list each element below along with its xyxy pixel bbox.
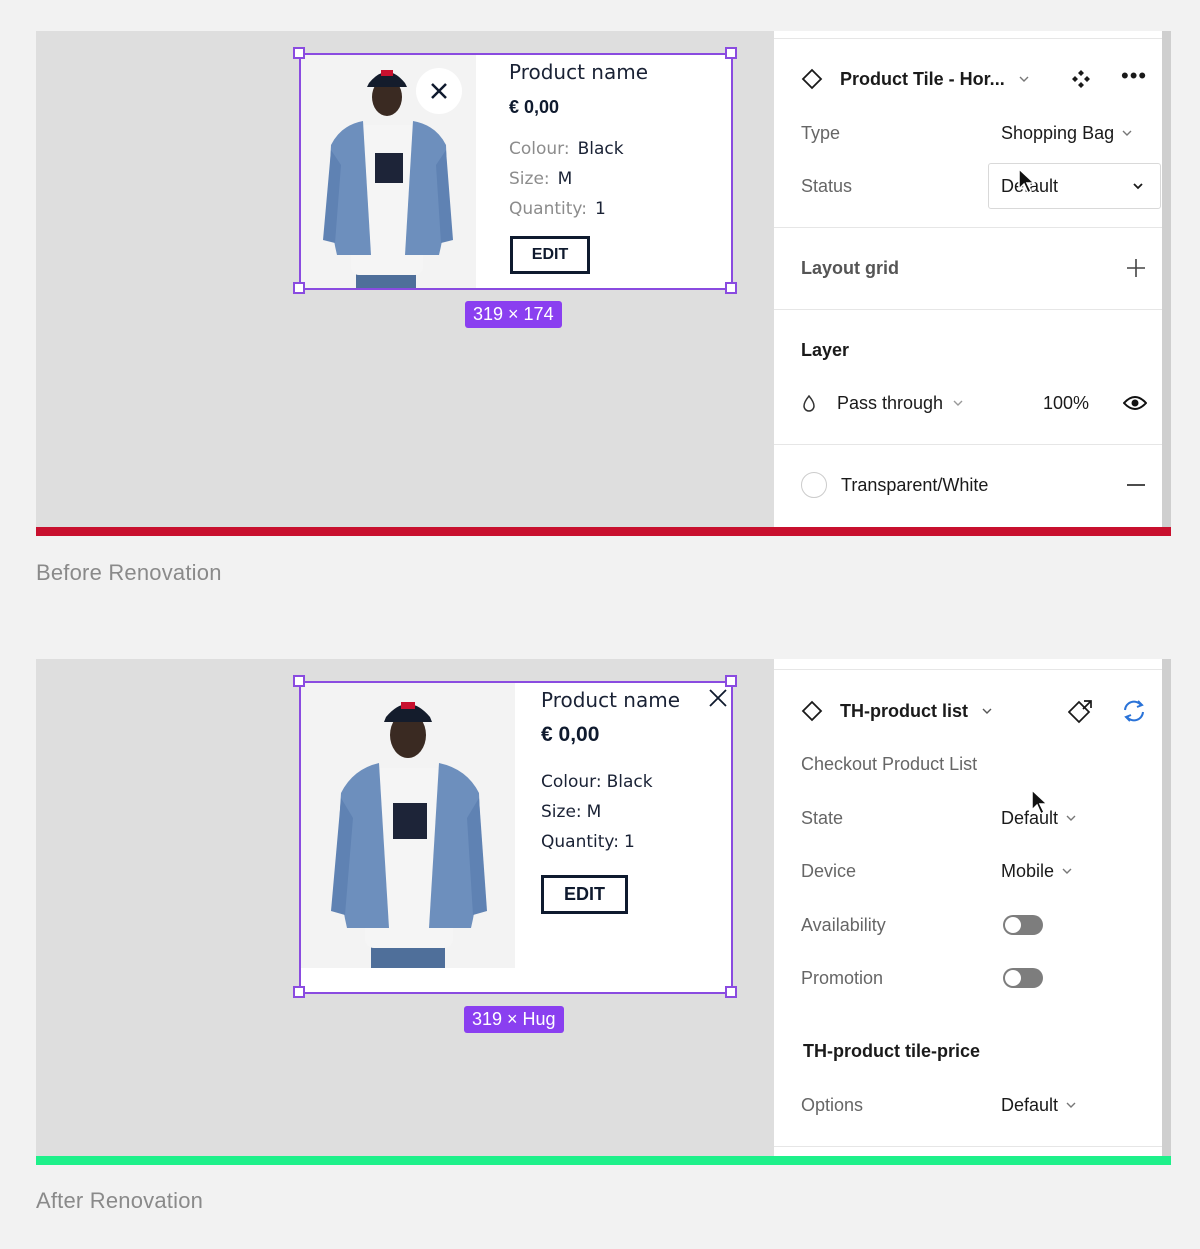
component-header: TH-product list (801, 691, 1148, 731)
type-row: Type Shopping Bag (801, 113, 1148, 153)
size-badge: 319 × 174 (465, 301, 562, 328)
properties-panel: Product Tile - Hor... ••• Type Shopping … (774, 31, 1162, 527)
chevron-down-icon[interactable] (1019, 74, 1029, 84)
fill-swatch[interactable] (801, 472, 827, 498)
status-row: Status Default (801, 163, 1161, 209)
promotion-toggle[interactable] (1003, 968, 1043, 988)
availability-toggle[interactable] (1003, 915, 1043, 935)
resize-handle-tr[interactable] (725, 675, 737, 687)
eye-icon[interactable] (1123, 395, 1147, 411)
blend-drop-icon (803, 394, 815, 412)
options-select[interactable]: Default (1001, 1095, 1076, 1116)
component-instance-icon (801, 68, 823, 90)
divider (774, 669, 1162, 670)
state-select[interactable]: Default (1001, 808, 1076, 829)
product-tile[interactable]: Product name € 0,00 Colour: Black Size: M … (299, 53, 733, 290)
fill-name[interactable]: Transparent/White (841, 475, 988, 496)
chevron-down-icon (1066, 1102, 1076, 1108)
sync-icon[interactable] (1121, 698, 1147, 724)
device-select[interactable]: Mobile (1001, 861, 1072, 882)
product-tile[interactable]: Product name € 0,00 Colour: Black Size: M … (299, 681, 733, 994)
colour-attribute: Colour: Black (509, 139, 624, 159)
chevron-down-icon (953, 400, 963, 406)
resize-handle-br[interactable] (725, 986, 737, 998)
blend-mode-select[interactable]: Pass through (837, 393, 963, 414)
component-header: Product Tile - Hor... ••• (801, 59, 1148, 99)
resize-handle-bl[interactable] (293, 282, 305, 294)
status-select[interactable]: Default (988, 163, 1161, 209)
nested-component-name: TH-product tile-price (803, 1040, 981, 1061)
size-attribute: Size: M (541, 802, 602, 822)
minus-icon[interactable] (1126, 483, 1146, 487)
close-icon[interactable] (709, 689, 727, 707)
product-price: € 0,00 (509, 97, 560, 117)
resize-handle-bl[interactable] (293, 986, 305, 998)
chevron-down-icon[interactable] (982, 706, 992, 716)
after-caption: After Renovation (36, 1188, 204, 1213)
more-options-icon[interactable]: ••• (1121, 63, 1147, 89)
options-row: Options Default (801, 1085, 1148, 1125)
edit-button[interactable]: EDIT (541, 875, 628, 914)
resize-handle-tr[interactable] (725, 47, 737, 59)
product-photo (301, 683, 515, 968)
size-badge: 319 × Hug (464, 1006, 564, 1033)
after-accent-bar (36, 1156, 1171, 1165)
layer-header-row: Layer (801, 339, 850, 360)
state-row: State Default (801, 798, 1148, 838)
edit-button[interactable]: EDIT (510, 236, 590, 274)
colour-attribute: Colour: Black (541, 772, 653, 792)
resize-handle-br[interactable] (725, 282, 737, 294)
divider (774, 309, 1162, 310)
product-name: Product name (541, 688, 681, 712)
fill-row: Transparent/White (801, 465, 1148, 505)
before-caption: Before Renovation (36, 560, 222, 585)
product-name: Product name (509, 60, 649, 84)
chevron-down-icon (1062, 868, 1072, 874)
go-to-main-component-icon[interactable] (1068, 698, 1094, 724)
chevron-down-icon (1066, 815, 1076, 821)
availability-row: Availability (801, 905, 1148, 945)
device-row: Device Mobile (801, 851, 1148, 891)
component-description: Checkout Product List (801, 753, 978, 774)
divider (774, 38, 1162, 39)
component-instance-icon (801, 700, 823, 722)
description-row: Checkout Product List (801, 744, 1148, 784)
panel-scrollbar[interactable] (1162, 659, 1171, 1156)
layout-grid-row: Layout grid (801, 248, 1148, 288)
before-section: Product name € 0,00 Colour: Black Size: M … (36, 31, 1171, 591)
panel-scrollbar[interactable] (1162, 31, 1171, 527)
chevron-down-icon (1122, 130, 1132, 136)
resize-handle-tl[interactable] (293, 675, 305, 687)
component-main-icon[interactable] (1071, 69, 1091, 89)
type-select[interactable]: Shopping Bag (1001, 123, 1132, 144)
product-price: € 0,00 (541, 723, 600, 746)
chevron-down-icon (1133, 183, 1143, 190)
nested-component-row: TH-product tile-price (803, 1031, 1148, 1071)
divider (774, 444, 1162, 445)
close-icon (431, 83, 447, 99)
component-name[interactable]: Product Tile - Hor... (840, 69, 1005, 90)
plus-icon[interactable] (1126, 258, 1146, 278)
promotion-row: Promotion (801, 958, 1148, 998)
properties-panel: TH-product list Checkout Product List St… (774, 659, 1162, 1156)
remove-button[interactable] (416, 68, 462, 114)
mouse-cursor-icon (1018, 167, 1036, 195)
size-attribute: Size: M (509, 169, 573, 189)
quantity-attribute: Quantity: 1 (541, 832, 635, 852)
quantity-attribute: Quantity: 1 (509, 199, 606, 219)
resize-handle-tl[interactable] (293, 47, 305, 59)
after-section: Product name € 0,00 Colour: Black Size: M … (36, 659, 1171, 1219)
component-name[interactable]: TH-product list (840, 701, 968, 722)
opacity-value[interactable]: 100% (1043, 393, 1089, 414)
divider (774, 1146, 1162, 1147)
before-accent-bar (36, 527, 1171, 536)
divider (774, 227, 1162, 228)
layer-row: Pass through 100% (801, 383, 1148, 423)
